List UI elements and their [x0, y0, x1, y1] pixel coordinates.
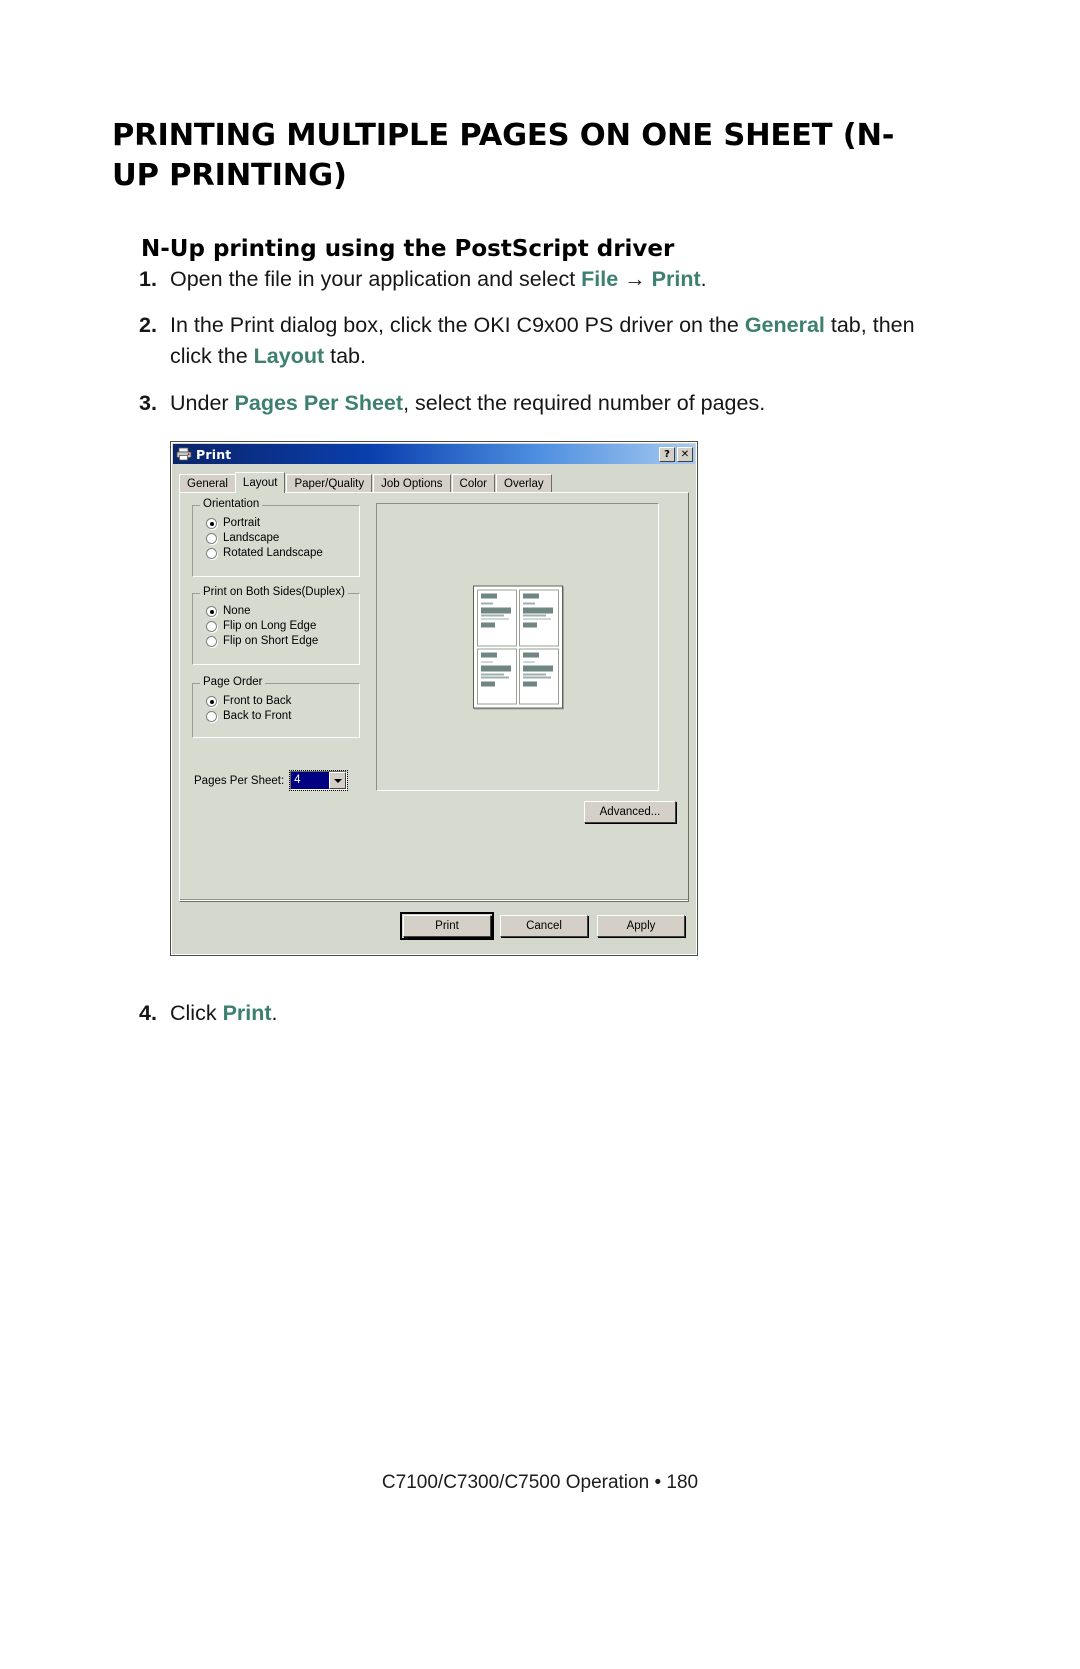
radio-flip-long-edge[interactable]: Flip on Long Edge: [206, 620, 359, 632]
tab-paper-quality[interactable]: Paper/Quality: [286, 474, 373, 492]
preview-page-thumbnail: [518, 648, 559, 705]
preview-page-thumbnail: [476, 589, 517, 646]
step-text-pre: Click: [170, 1001, 223, 1025]
duplex-group: Print on Both Sides(Duplex) None Flip on…: [192, 586, 360, 665]
step-text-pre: In the Print dialog box, click the OKI C…: [170, 313, 745, 337]
radio-landscape[interactable]: Landscape: [206, 532, 359, 544]
page-footer: C7100/C7300/C7500 Operation • 180: [381, 1472, 699, 1493]
radio-button-icon: [206, 635, 217, 647]
document-page: PRINTING MULTIPLE PAGES ON ONE SHEET (N-…: [0, 0, 1080, 1669]
section-subtitle: N-Up printing using the PostScript drive…: [141, 236, 675, 263]
preview-sheet: [472, 585, 563, 709]
radio-flip-short-edge[interactable]: Flip on Short Edge: [206, 635, 359, 647]
step-highlight-layout: Layout: [253, 343, 325, 368]
tab-color[interactable]: Color: [451, 474, 495, 492]
page-order-group: Page Order Front to Back Back to Front: [192, 676, 360, 738]
radio-front-to-back[interactable]: Front to Back: [206, 695, 359, 707]
print-button[interactable]: Print: [400, 912, 494, 940]
step-4: 4. Click Print.: [139, 998, 919, 1029]
radio-label: Rotated Landscape: [223, 547, 323, 559]
radio-button-icon: [206, 605, 217, 617]
radio-button-icon: [206, 695, 217, 707]
dialog-titlebar: Print ? ✕: [173, 444, 695, 464]
radio-portrait[interactable]: Portrait: [206, 517, 359, 529]
step-text-pre: Open the file in your application and se…: [170, 267, 582, 291]
step-number: 1.: [139, 267, 157, 291]
step-text-post: tab.: [324, 343, 366, 368]
preview-page-thumbnail: [518, 589, 559, 646]
tab-overlay[interactable]: Overlay: [496, 474, 552, 492]
page-order-legend: Page Order: [200, 676, 266, 688]
preview-page-thumbnail: [476, 648, 517, 705]
step-text: Under Pages Per Sheet, select the requir…: [170, 388, 919, 419]
dialog-title: Print: [196, 446, 232, 462]
radio-rotated-landscape[interactable]: Rotated Landscape: [206, 547, 359, 559]
apply-button[interactable]: Apply: [597, 915, 685, 937]
printer-icon: [176, 447, 192, 461]
step-highlight-file: File: [581, 267, 619, 291]
orientation-group: Orientation Portrait Landscape Rotated L…: [192, 498, 360, 577]
radio-label: Landscape: [223, 532, 280, 544]
radio-button-icon: [206, 517, 217, 529]
radio-label: Flip on Long Edge: [223, 620, 317, 632]
chevron-down-icon[interactable]: [329, 772, 347, 789]
footer-divider: [180, 899, 688, 901]
radio-button-icon: [206, 710, 217, 722]
dialog-action-buttons: Print Cancel Apply: [400, 912, 685, 940]
step-text-mid: , select the required number of pages.: [403, 391, 766, 415]
tab-general[interactable]: General: [179, 474, 236, 492]
radio-button-icon: [206, 532, 217, 544]
pages-per-sheet-dropdown[interactable]: 4: [289, 770, 349, 791]
step-text: Open the file in your application and se…: [170, 264, 919, 295]
step-2: 2. In the Print dialog box, click the OK…: [139, 310, 919, 371]
radio-duplex-none[interactable]: None: [206, 605, 359, 617]
radio-button-icon: [206, 547, 217, 559]
dialog-tabs: General Layout Paper/Quality Job Options…: [179, 471, 697, 493]
arrow-icon: →: [618, 267, 652, 291]
step-highlight-pages-per-sheet: Pages Per Sheet: [234, 391, 404, 415]
cancel-button[interactable]: Cancel: [500, 915, 588, 937]
step-highlight-print: Print: [651, 267, 701, 291]
radio-label: None: [223, 605, 251, 617]
layout-preview-pane: [376, 503, 659, 791]
step-highlight-print: Print: [222, 1001, 272, 1025]
help-icon[interactable]: ?: [659, 446, 675, 462]
tab-layout[interactable]: Layout: [234, 472, 286, 493]
radio-label: Back to Front: [223, 710, 292, 722]
step-1: 1. Open the file in your application and…: [139, 264, 919, 295]
step-highlight-general: General: [744, 313, 825, 337]
step-text-pre: Under: [170, 391, 235, 415]
step-text: In the Print dialog box, click the OKI C…: [170, 310, 919, 371]
step-number: 4.: [139, 1001, 157, 1025]
print-dialog-screenshot: Print ? ✕ General Layout Paper/Quality J…: [170, 441, 698, 956]
radio-back-to-front[interactable]: Back to Front: [206, 710, 359, 722]
radio-label: Flip on Short Edge: [223, 635, 319, 647]
pages-per-sheet-control: Pages Per Sheet: 4: [194, 770, 349, 791]
tab-job-options[interactable]: Job Options: [373, 474, 451, 492]
advanced-button[interactable]: Advanced...: [584, 801, 676, 823]
pages-per-sheet-value: 4: [291, 772, 330, 789]
step-text-post: .: [700, 267, 707, 291]
pages-per-sheet-label: Pages Per Sheet:: [194, 774, 285, 787]
close-icon[interactable]: ✕: [677, 446, 693, 462]
step-number: 3.: [139, 391, 157, 415]
step-text-post: .: [271, 1001, 278, 1025]
layout-tab-panel: Orientation Portrait Landscape Rotated L…: [179, 492, 689, 902]
duplex-legend: Print on Both Sides(Duplex): [200, 586, 348, 598]
radio-button-icon: [206, 620, 217, 632]
radio-label: Portrait: [223, 517, 261, 529]
page-title: PRINTING MULTIPLE PAGES ON ONE SHEET (N-…: [112, 118, 895, 194]
step-text: Click Print.: [170, 998, 919, 1029]
dialog-footer: Print Cancel Apply: [171, 899, 697, 955]
step-number: 2.: [139, 313, 157, 337]
step-3: 3. Under Pages Per Sheet, select the req…: [139, 388, 919, 419]
radio-label: Front to Back: [223, 695, 292, 707]
orientation-legend: Orientation: [200, 498, 263, 510]
